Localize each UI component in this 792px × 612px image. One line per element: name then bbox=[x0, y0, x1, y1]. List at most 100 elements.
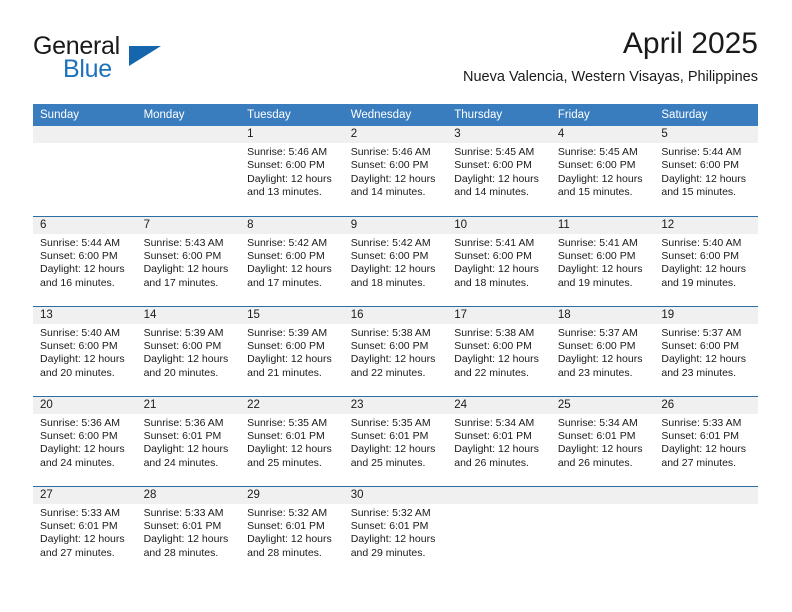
calendar-day-cell[interactable]: 28 Sunrise: 5:33 AM Sunset: 6:01 PM Dayligh… bbox=[136, 485, 241, 576]
daylight-text: Daylight: 12 hours and 25 minutes. bbox=[247, 443, 332, 469]
calendar-day-cell[interactable]: 18 Sunrise: 5:37 AM Sunset: 6:00 PM Dayligh… bbox=[550, 305, 655, 396]
sunrise-text: Sunrise: 5:34 AM bbox=[557, 416, 638, 429]
calendar-day-cell[interactable]: 3 Sunrise: 5:45 AM Sunset: 6:00 PM Daylight… bbox=[447, 126, 551, 216]
weekday-header-row: Sunday Monday Tuesday Wednesday Thursday… bbox=[33, 104, 758, 126]
sunset-text: Sunset: 6:00 PM bbox=[247, 339, 325, 352]
sunrise-text: Sunrise: 5:41 AM bbox=[557, 236, 638, 249]
calendar-day-cell[interactable]: 13 Sunrise: 5:40 AM Sunset: 6:00 PM Dayligh… bbox=[33, 305, 137, 396]
sunrise-text: Sunrise: 5:38 AM bbox=[454, 326, 535, 339]
day-cell-inner: 4 Sunrise: 5:45 AM Sunset: 6:00 PM Daylight… bbox=[550, 126, 655, 216]
daylight-text: Daylight: 12 hours and 14 minutes. bbox=[350, 172, 436, 199]
sunset-text: Sunset: 6:01 PM bbox=[247, 429, 325, 442]
sunset-text: Sunset: 6:01 PM bbox=[143, 519, 222, 532]
day-number: 4 bbox=[550, 126, 655, 143]
day-number: 1 bbox=[240, 126, 344, 143]
calendar-day-cell[interactable]: 6 Sunrise: 5:44 AM Sunset: 6:00 PM Daylight… bbox=[33, 215, 137, 306]
calendar-day-cell[interactable]: 11 Sunrise: 5:41 AM Sunset: 6:00 PM Dayligh… bbox=[550, 215, 655, 306]
calendar-day-cell[interactable]: 9 Sunrise: 5:42 AM Sunset: 6:00 PM Daylight… bbox=[343, 215, 448, 306]
calendar-day-cell[interactable]: 7 Sunrise: 5:43 AM Sunset: 6:00 PM Daylight… bbox=[136, 215, 241, 306]
calendar-day-cell[interactable]: 27 Sunrise: 5:33 AM Sunset: 6:01 PM Dayligh… bbox=[33, 485, 137, 576]
page-header: General Blue April 2025 Nueva Valencia, … bbox=[33, 26, 758, 98]
day-number: 26 bbox=[654, 396, 758, 414]
calendar-day-cell[interactable]: 15 Sunrise: 5:39 AM Sunset: 6:00 PM Dayligh… bbox=[240, 305, 344, 396]
day-number: 9 bbox=[343, 216, 448, 234]
calendar-day-cell[interactable]: 23 Sunrise: 5:35 AM Sunset: 6:01 PM Dayligh… bbox=[343, 395, 448, 486]
daylight-text: Daylight: 12 hours and 15 minutes. bbox=[557, 172, 643, 199]
day-number: 10 bbox=[447, 216, 551, 234]
calendar-day-cell[interactable]: 20 Sunrise: 5:36 AM Sunset: 6:00 PM Dayligh… bbox=[33, 395, 137, 486]
sunrise-text: Sunrise: 5:46 AM bbox=[350, 146, 431, 158]
calendar-day-cell[interactable]: 25 Sunrise: 5:34 AM Sunset: 6:01 PM Dayligh… bbox=[550, 395, 655, 486]
calendar-day-cell[interactable]: 12 Sunrise: 5:40 AM Sunset: 6:00 PM Dayligh… bbox=[654, 215, 758, 306]
weekday-header-monday: Monday bbox=[136, 104, 241, 126]
sunset-text: Sunset: 6:01 PM bbox=[350, 429, 429, 442]
day-cell-inner bbox=[447, 486, 551, 577]
sunrise-text: Sunrise: 5:36 AM bbox=[40, 416, 120, 429]
sunrise-text: Sunrise: 5:39 AM bbox=[143, 326, 224, 339]
sunrise-text: Sunrise: 5:35 AM bbox=[350, 416, 431, 429]
sunrise-text: Sunrise: 5:37 AM bbox=[661, 326, 742, 339]
calendar-week-row: 27 Sunrise: 5:33 AM Sunset: 6:01 PM Dayligh… bbox=[33, 485, 758, 577]
calendar-day-cell[interactable]: 19 Sunrise: 5:37 AM Sunset: 6:00 PM Dayligh… bbox=[654, 305, 758, 396]
calendar-day-cell-empty bbox=[654, 485, 758, 576]
calendar-day-cell[interactable]: 10 Sunrise: 5:41 AM Sunset: 6:00 PM Dayligh… bbox=[447, 215, 551, 306]
day-number: 3 bbox=[447, 126, 551, 143]
daylight-text: Daylight: 12 hours and 19 minutes. bbox=[661, 263, 747, 289]
day-cell-inner: 17 Sunrise: 5:38 AM Sunset: 6:00 PM Dayligh… bbox=[447, 306, 551, 396]
day-number: 13 bbox=[33, 306, 137, 324]
calendar-day-cell[interactable]: 24 Sunrise: 5:34 AM Sunset: 6:01 PM Dayligh… bbox=[447, 395, 551, 486]
day-cell-inner: 13 Sunrise: 5:40 AM Sunset: 6:00 PM Dayligh… bbox=[33, 306, 137, 396]
day-details: Sunrise: 5:46 AM Sunset: 6:00 PM Daylight:… bbox=[240, 143, 344, 200]
day-number: 5 bbox=[654, 126, 758, 143]
triangle-icon bbox=[129, 46, 161, 66]
calendar-day-cell-empty bbox=[447, 485, 551, 577]
calendar-day-cell-empty bbox=[136, 126, 241, 216]
day-number bbox=[654, 486, 758, 504]
calendar-day-cell[interactable]: 29 Sunrise: 5:32 AM Sunset: 6:01 PM Dayligh… bbox=[240, 485, 344, 576]
day-number: 7 bbox=[136, 216, 241, 234]
daylight-text: Daylight: 12 hours and 28 minutes. bbox=[247, 533, 332, 559]
daylight-text: Daylight: 12 hours and 28 minutes. bbox=[143, 533, 229, 559]
calendar-day-cell[interactable]: 5 Sunrise: 5:44 AM Sunset: 6:00 PM Daylight… bbox=[654, 126, 758, 216]
day-cell-inner: 15 Sunrise: 5:39 AM Sunset: 6:00 PM Dayligh… bbox=[240, 306, 344, 396]
calendar-day-cell[interactable]: 30 Sunrise: 5:32 AM Sunset: 6:01 PM Dayligh… bbox=[343, 485, 448, 576]
daylight-text: Daylight: 12 hours and 27 minutes. bbox=[40, 533, 125, 559]
calendar-day-cell[interactable]: 8 Sunrise: 5:42 AM Sunset: 6:00 PM Daylight… bbox=[240, 215, 344, 306]
sunset-text: Sunset: 6:00 PM bbox=[557, 249, 636, 262]
calendar-day-cell[interactable]: 17 Sunrise: 5:38 AM Sunset: 6:00 PM Dayligh… bbox=[447, 305, 551, 396]
sunset-text: Sunset: 6:00 PM bbox=[661, 159, 740, 172]
calendar-day-cell[interactable]: 22 Sunrise: 5:35 AM Sunset: 6:01 PM Dayligh… bbox=[240, 395, 344, 486]
sunrise-text: Sunrise: 5:32 AM bbox=[247, 506, 328, 519]
calendar-week-row: 1 Sunrise: 5:46 AM Sunset: 6:00 PM Daylight… bbox=[33, 126, 758, 216]
daylight-text: Daylight: 12 hours and 21 minutes. bbox=[247, 353, 332, 379]
calendar-day-cell[interactable]: 4 Sunrise: 5:45 AM Sunset: 6:00 PM Daylight… bbox=[550, 126, 655, 216]
location-subtitle: Nueva Valencia, Western Visayas, Philipp… bbox=[463, 69, 758, 85]
calendar-day-cell[interactable]: 16 Sunrise: 5:38 AM Sunset: 6:00 PM Dayligh… bbox=[343, 305, 448, 396]
day-number: 11 bbox=[550, 216, 655, 234]
daylight-text: Daylight: 12 hours and 19 minutes. bbox=[557, 263, 643, 289]
brand-logo[interactable]: General Blue bbox=[33, 32, 213, 88]
sunrise-text: Sunrise: 5:36 AM bbox=[143, 416, 224, 429]
day-details: Sunrise: 5:34 AM Sunset: 6:01 PM Daylight:… bbox=[447, 414, 551, 471]
calendar-day-cell[interactable]: 14 Sunrise: 5:39 AM Sunset: 6:00 PM Dayligh… bbox=[136, 305, 241, 396]
sunrise-text: Sunrise: 5:33 AM bbox=[143, 506, 224, 519]
day-details: Sunrise: 5:42 AM Sunset: 6:00 PM Daylight:… bbox=[344, 234, 448, 291]
sunrise-text: Sunrise: 5:42 AM bbox=[247, 236, 328, 249]
calendar-day-cell[interactable]: 26 Sunrise: 5:33 AM Sunset: 6:01 PM Dayligh… bbox=[654, 395, 758, 486]
day-details: Sunrise: 5:38 AM Sunset: 6:00 PM Daylight:… bbox=[344, 324, 448, 381]
day-cell-inner: 10 Sunrise: 5:41 AM Sunset: 6:00 PM Dayligh… bbox=[447, 216, 551, 306]
day-details: Sunrise: 5:40 AM Sunset: 6:00 PM Daylight:… bbox=[33, 324, 137, 381]
day-number: 22 bbox=[240, 396, 344, 414]
day-cell-inner: 12 Sunrise: 5:40 AM Sunset: 6:00 PM Dayligh… bbox=[654, 216, 758, 306]
day-number: 18 bbox=[550, 306, 655, 324]
calendar-day-cell[interactable]: 21 Sunrise: 5:36 AM Sunset: 6:01 PM Dayligh… bbox=[136, 395, 241, 486]
day-number: 29 bbox=[240, 486, 344, 504]
calendar-day-cell[interactable]: 1 Sunrise: 5:46 AM Sunset: 6:00 PM Daylight… bbox=[240, 126, 344, 216]
page-title: April 2025 bbox=[622, 27, 758, 60]
sunset-text: Sunset: 6:01 PM bbox=[40, 519, 118, 532]
day-details: Sunrise: 5:34 AM Sunset: 6:01 PM Daylight:… bbox=[551, 414, 655, 471]
calendar-day-cell[interactable]: 2 Sunrise: 5:46 AM Sunset: 6:00 PM Daylight… bbox=[343, 126, 448, 216]
day-details: Sunrise: 5:35 AM Sunset: 6:01 PM Daylight:… bbox=[240, 414, 344, 471]
daylight-text: Daylight: 12 hours and 23 minutes. bbox=[557, 353, 643, 379]
daylight-text: Daylight: 12 hours and 29 minutes. bbox=[350, 533, 436, 559]
